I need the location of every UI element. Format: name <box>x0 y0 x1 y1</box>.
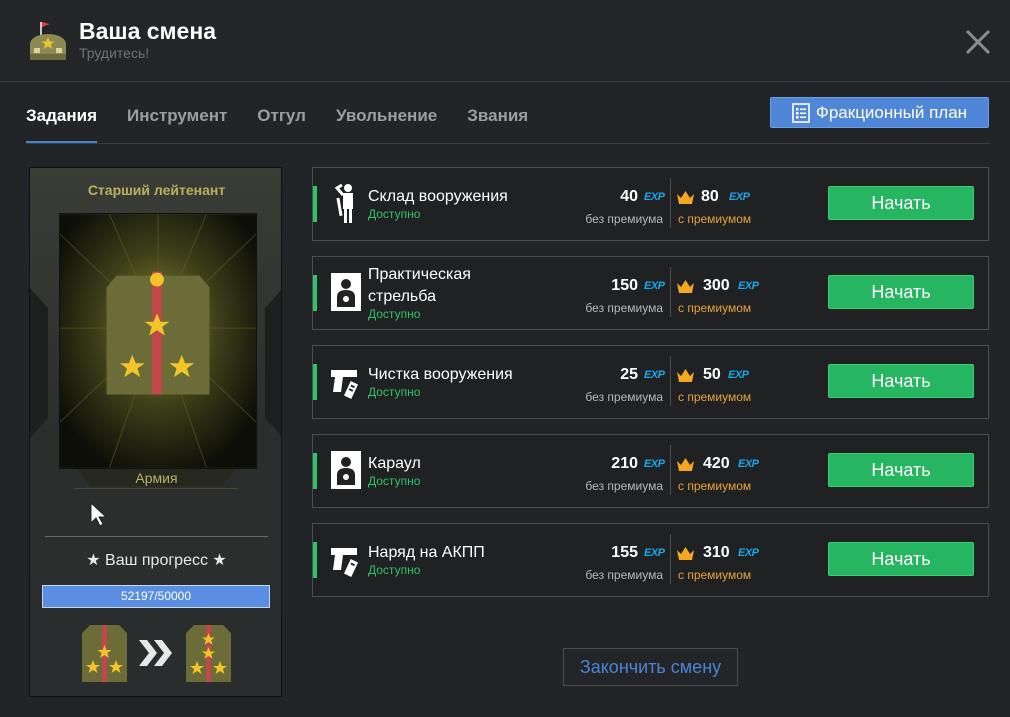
exp-tag: EXP <box>644 547 665 559</box>
base-exp-note: без премиума <box>585 212 663 226</box>
faction-plan-label: Фракционный план <box>815 102 968 122</box>
progress-separator <box>45 536 268 537</box>
shooting-target-icon <box>331 273 361 311</box>
window-header: Ваша смена Трудитесь! <box>0 0 1010 82</box>
tab-day-off[interactable]: Отгул <box>257 104 306 144</box>
double-chevron-icon <box>139 640 172 666</box>
guard-target-icon <box>331 451 361 489</box>
start-task-button[interactable]: Начать <box>828 542 974 576</box>
window-subtitle: Трудитесь! <box>79 45 150 61</box>
close-icon[interactable] <box>964 28 992 56</box>
base-exp-value: 150 <box>611 277 638 294</box>
task-status: Доступно <box>368 207 421 221</box>
premium-exp-value: 310 <box>703 544 730 561</box>
premium-exp-value: 420 <box>703 455 730 472</box>
tab-ranks[interactable]: Звания <box>467 104 528 144</box>
exp-tag: EXP <box>644 280 665 292</box>
premium-crown-icon <box>677 280 694 293</box>
start-task-button[interactable]: Начать <box>828 275 974 309</box>
exp-tag: EXP <box>644 191 665 203</box>
premium-exp-note: с премиумом <box>678 390 752 404</box>
tabs-divider <box>26 143 990 144</box>
finish-shift-button[interactable]: Закончить смену <box>563 648 738 686</box>
exp-divider <box>670 267 671 317</box>
rank-insignia-card <box>59 213 257 469</box>
base-exp-value: 40 <box>620 188 638 205</box>
status-accent <box>313 186 317 222</box>
progress-bar: 52197/50000 <box>42 585 270 608</box>
premium-crown-icon <box>677 547 694 560</box>
premium-exp-note: с премиумом <box>678 301 752 315</box>
tab-tasks[interactable]: Задания <box>26 104 97 144</box>
tab-tools[interactable]: Инструмент <box>127 104 227 144</box>
exp-tag: EXP <box>728 369 749 381</box>
base-exp-note: без премиума <box>585 479 663 493</box>
faction-plan-button[interactable]: Фракционный план <box>770 97 989 128</box>
task-row: Караул Доступно 210 EXP без премиума 420… <box>312 434 989 508</box>
base-exp-note: без премиума <box>585 301 663 315</box>
soldier-salute-icon <box>334 183 353 223</box>
task-name: Склад вооружения <box>368 188 508 205</box>
exp-divider <box>670 445 671 495</box>
task-name: Караул <box>368 455 421 472</box>
exp-tag: EXP <box>738 280 759 292</box>
premium-crown-icon <box>677 191 694 204</box>
mouse-cursor-icon <box>90 502 108 527</box>
exp-tag: EXP <box>644 458 665 470</box>
current-rank-icon <box>82 625 127 682</box>
premium-crown-icon <box>677 369 694 382</box>
army-base-icon <box>30 22 66 60</box>
task-row: Практическая стрельба Доступно 150 EXP б… <box>312 256 989 330</box>
base-exp-note: без премиума <box>585 390 663 404</box>
base-exp-note: без премиума <box>585 568 663 582</box>
premium-exp-note: с премиумом <box>678 212 752 226</box>
pistol-icon <box>331 548 359 577</box>
checklist-icon <box>792 102 810 123</box>
status-accent <box>313 542 317 578</box>
exp-tag: EXP <box>644 369 665 381</box>
task-row: Наряд на АКПП Доступно 155 EXP без преми… <box>312 523 989 597</box>
exp-tag: EXP <box>729 191 750 203</box>
task-status: Доступно <box>368 307 421 321</box>
status-accent <box>313 275 317 311</box>
base-exp-value: 25 <box>620 366 638 383</box>
faction-divider <box>74 488 238 489</box>
start-task-button[interactable]: Начать <box>828 364 974 398</box>
base-exp-value: 210 <box>611 455 638 472</box>
next-rank-icon <box>186 625 231 682</box>
exp-tag: EXP <box>738 458 759 470</box>
base-exp-value: 155 <box>611 544 638 561</box>
task-name: Практическая стрельба <box>368 266 471 305</box>
rank-title: Старший лейтенант <box>87 182 226 198</box>
start-task-button[interactable]: Начать <box>828 453 974 487</box>
task-row: Чистка вооружения Доступно 25 EXP без пр… <box>312 345 989 419</box>
status-accent <box>313 364 317 400</box>
task-status: Доступно <box>368 385 421 399</box>
start-task-button[interactable]: Начать <box>828 186 974 220</box>
status-accent <box>313 453 317 489</box>
premium-crown-icon <box>677 458 694 471</box>
progress-text: 52197/50000 <box>120 589 192 603</box>
exp-divider <box>670 534 671 584</box>
premium-exp-note: с премиумом <box>678 568 752 582</box>
premium-exp-note: с премиумом <box>678 479 752 493</box>
tab-dismissal[interactable]: Увольнение <box>336 104 437 144</box>
faction-label: Армия <box>135 470 178 486</box>
task-name: Чистка вооружения <box>368 366 513 383</box>
progress-label: ★ Ваш прогресс ★ <box>86 552 227 569</box>
exp-tag: EXP <box>738 547 759 559</box>
task-row: Склад вооружения Доступно 40 EXP без пре… <box>312 167 989 241</box>
tab-bar: Задания Инструмент Отгул Увольнение Зван… <box>26 104 558 144</box>
exp-divider <box>670 178 671 228</box>
premium-exp-value: 300 <box>703 277 730 294</box>
pistol-cleaning-icon <box>331 370 359 399</box>
task-status: Доступно <box>368 474 421 488</box>
task-name: Наряд на АКПП <box>368 544 485 561</box>
window-title: Ваша смена <box>79 18 217 44</box>
rank-panel: Старший лейтенант Армия ★ Ваш прогресс ★ <box>29 167 282 697</box>
task-status: Доступно <box>368 563 421 577</box>
exp-divider <box>670 356 671 406</box>
